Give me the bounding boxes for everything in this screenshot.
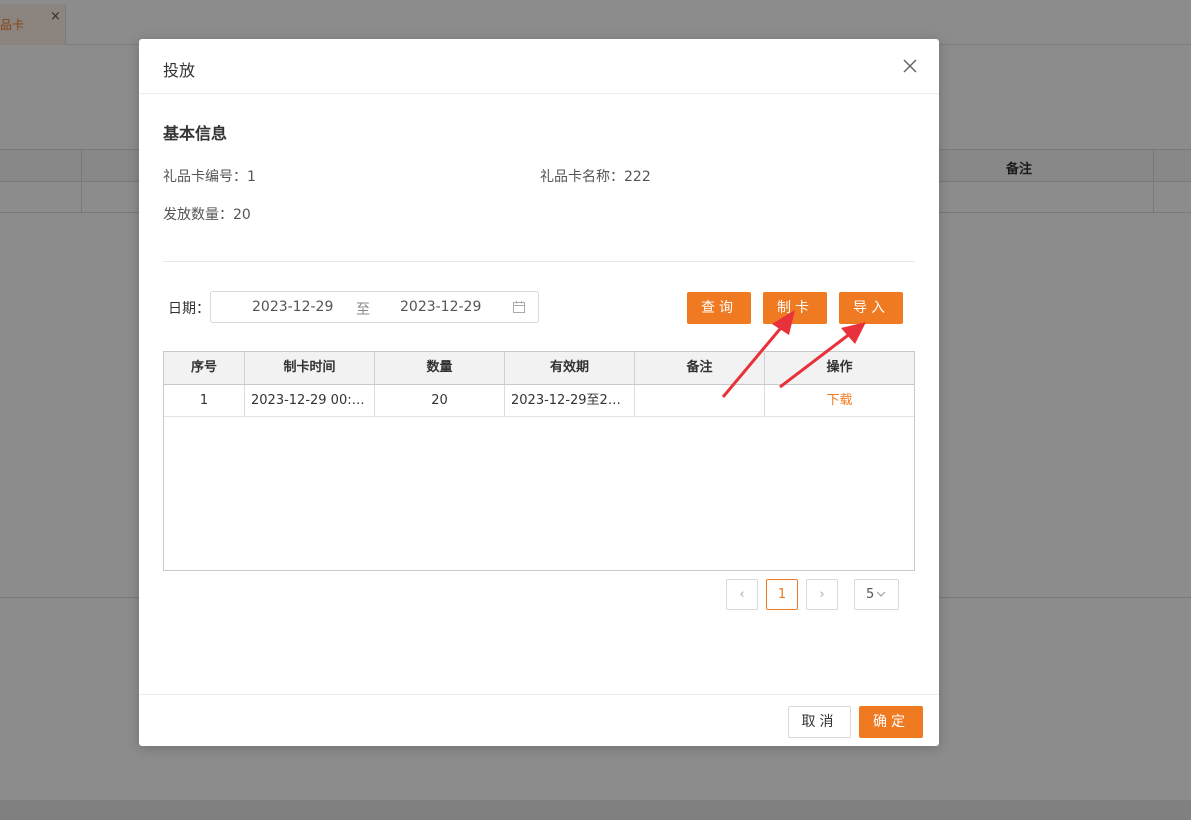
card-name-label: 礼品卡名称： [540, 169, 624, 185]
column-header-index: 序号 [190, 360, 217, 375]
cell-quantity: 20 [374, 385, 504, 416]
page-size-select[interactable]: 5 [854, 579, 899, 610]
release-quantity-field: 发放数量：20 [163, 204, 251, 224]
page-number-button[interactable]: 1 [766, 579, 798, 610]
cell-action: 下载 [764, 385, 914, 416]
table-header: 序号 制卡时间 数量 有效期 备注 操作 [164, 352, 914, 385]
date-range-separator: 至 [356, 302, 370, 318]
page-size-value: 5 [866, 587, 875, 602]
section-divider [163, 261, 915, 262]
date-end-input[interactable]: 2023-12-29 [400, 299, 481, 315]
card-number-field: 礼品卡编号：1 [163, 166, 256, 186]
dialog-title: 投放 [163, 61, 196, 80]
chevron-down-icon [876, 591, 886, 597]
make-card-button[interactable]: 制卡 [763, 292, 827, 324]
card-number-label: 礼品卡编号： [163, 169, 247, 185]
dialog-footer: 取消 确定 [139, 694, 939, 746]
dialog-header: 投放 [139, 39, 939, 94]
table-row: 1 2023-12-29 00:00:00 20 2023-12-29至2023… [164, 385, 914, 417]
column-header-validity: 有效期 [504, 352, 634, 384]
column-header-action: 操作 [764, 352, 914, 384]
date-range-picker[interactable]: 2023-12-29 至 2023-12-29 [210, 291, 539, 323]
column-header-remark: 备注 [634, 352, 764, 384]
card-name-field: 礼品卡名称：222 [540, 166, 651, 186]
chevron-left-icon[interactable]: ‹ [726, 579, 758, 610]
cell-validity: 2023-12-29至2023-12-29 [504, 385, 634, 416]
card-number-value: 1 [247, 169, 256, 185]
column-header-quantity: 数量 [374, 352, 504, 384]
column-header-make-time: 制卡时间 [244, 352, 374, 384]
date-start-input[interactable]: 2023-12-29 [252, 299, 333, 315]
query-button[interactable]: 查询 [687, 292, 751, 324]
close-icon[interactable] [901, 57, 919, 75]
cell-make-time: 2023-12-29 00:00:00 [244, 385, 374, 416]
cell-index: 1 [199, 393, 209, 408]
date-filter-label: 日期： [168, 301, 210, 317]
calendar-icon[interactable] [512, 300, 526, 314]
cell-remark [634, 385, 764, 416]
release-quantity-label: 发放数量： [163, 207, 233, 223]
confirm-button[interactable]: 确定 [859, 706, 923, 738]
chevron-right-icon[interactable]: › [806, 579, 838, 610]
card-name-value: 222 [624, 169, 651, 185]
import-button[interactable]: 导入 [839, 292, 903, 324]
download-link[interactable]: 下载 [826, 393, 852, 408]
release-dialog: 投放 基本信息 礼品卡编号：1 礼品卡名称：222 发放数量：20 日期： 20… [139, 39, 939, 746]
section-title-basic-info: 基本信息 [163, 124, 228, 143]
cancel-button[interactable]: 取消 [788, 706, 851, 738]
card-batch-table: 序号 制卡时间 数量 有效期 备注 操作 1 2023-12-29 00:00:… [163, 351, 915, 571]
release-quantity-value: 20 [233, 207, 251, 223]
